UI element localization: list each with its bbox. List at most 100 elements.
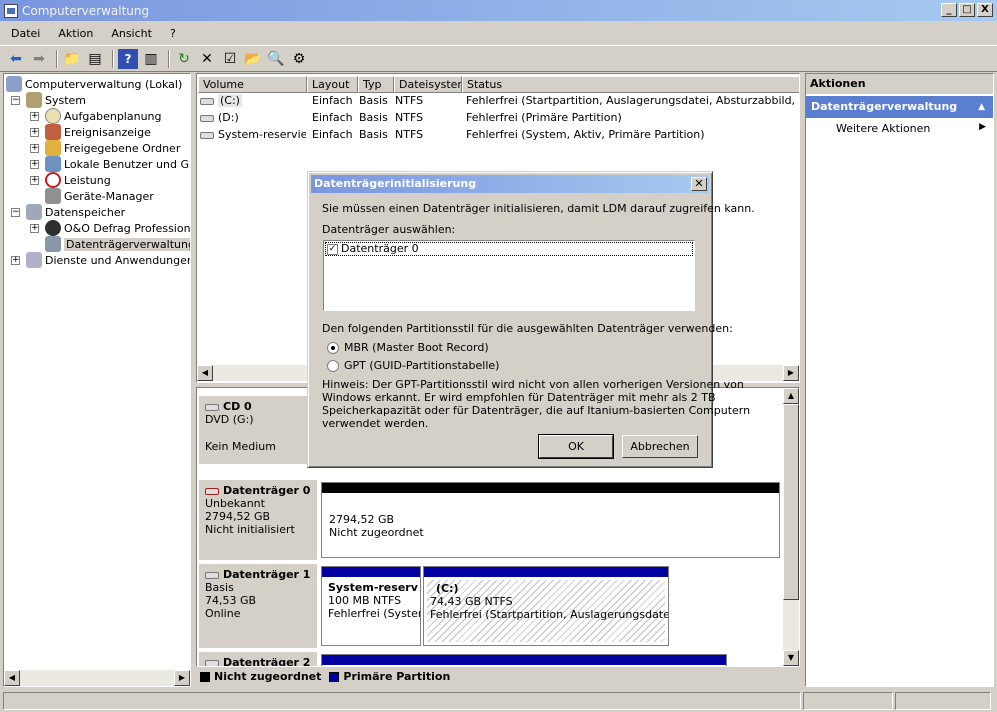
settings-icon[interactable]: ⚙ xyxy=(289,49,309,69)
expand-icon[interactable]: + xyxy=(30,159,39,169)
column-header-status[interactable]: Status xyxy=(462,76,799,93)
tree-item-datentraegerverwaltung[interactable]: Datenträgerverwaltung xyxy=(45,236,190,252)
app-icon xyxy=(4,3,18,18)
scroll-left-icon[interactable]: ◀ xyxy=(4,670,20,686)
refresh-icon[interactable]: ↻ xyxy=(174,49,194,69)
help-icon[interactable]: ? xyxy=(118,48,138,69)
tree-item-freigegebene-ordner[interactable]: + Freigegebene Ordner xyxy=(30,140,180,156)
forward-icon[interactable]: ➡ xyxy=(29,49,49,69)
title-bar: Computerverwaltung _ □ X xyxy=(0,0,997,21)
tree-item-system[interactable]: − System xyxy=(11,92,86,108)
disk-pane-vertical-scrollbar[interactable]: ▲ ▼ xyxy=(783,388,799,666)
close-button[interactable]: X xyxy=(977,3,993,17)
toolbar: ⬅ ➡ 📁 ▤ ? ▥ ↻ ✕ ☑ 📂 🔍 ⚙ xyxy=(0,45,997,72)
menu-help[interactable]: ? xyxy=(161,27,185,40)
gpt-hint: Hinweis: Der GPT-Partitionsstil wird nic… xyxy=(322,378,751,430)
column-header-dateisystem[interactable]: Dateisystem xyxy=(394,76,462,93)
tree-item-leistung[interactable]: + Leistung xyxy=(30,172,111,188)
expand-icon[interactable]: + xyxy=(30,127,39,137)
mbr-option[interactable]: MBR (Master Boot Record) xyxy=(327,341,489,354)
disk0-checkbox[interactable]: ✓ xyxy=(327,243,338,255)
collapse-icon[interactable]: − xyxy=(11,95,20,105)
actions-section-datentraegerverwaltung[interactable]: Datenträgerverwaltung ▲ xyxy=(806,96,993,118)
properties-icon[interactable]: ☑ xyxy=(220,49,240,69)
partition-c[interactable]: (C:) 74,43 GB NTFS Fehlerfrei (Startpart… xyxy=(423,566,669,646)
disk-selection-list[interactable]: ✓ Datenträger 0 xyxy=(323,240,695,311)
dialog-close-icon[interactable]: ✕ xyxy=(691,177,707,191)
show-hide-tree-icon[interactable]: ▤ xyxy=(85,49,105,69)
unallocated-swatch xyxy=(200,671,210,682)
primary-swatch xyxy=(329,671,340,682)
scroll-down-icon[interactable]: ▼ xyxy=(783,650,799,666)
tree-item-ereignisanzeige[interactable]: + Ereignisanzeige xyxy=(30,124,151,140)
scroll-right-icon[interactable]: ▶ xyxy=(174,670,190,686)
partition-system-reserved[interactable]: System-reserv 100 MB NTFS Fehlerfrei (Sy… xyxy=(321,566,421,646)
actions-header: Aktionen xyxy=(806,74,993,94)
scroll-right-icon[interactable]: ▶ xyxy=(783,365,799,381)
tree-item-root[interactable]: Computerverwaltung (Lokal) xyxy=(6,76,182,92)
gpt-option[interactable]: GPT (GUID-Partitionstabelle) xyxy=(327,359,499,372)
disk-icon xyxy=(205,571,219,579)
actions-pane: Aktionen Datenträgerverwaltung ▲ Weitere… xyxy=(805,73,994,687)
disk-list-item[interactable]: ✓ Datenträger 0 xyxy=(325,242,693,256)
scroll-thumb[interactable] xyxy=(783,404,799,600)
tree-item-lokale-benutzer[interactable]: + Lokale Benutzer und Grupp xyxy=(30,156,190,172)
open-folder-icon[interactable]: 📂 xyxy=(243,49,263,69)
shared-folder-icon xyxy=(45,140,61,156)
disk2-partition[interactable] xyxy=(321,654,727,666)
tree-item-oo-defrag[interactable]: + O&O Defrag Professional I xyxy=(30,220,190,236)
primary-partition-bar xyxy=(322,655,726,665)
column-header-typ[interactable]: Typ xyxy=(358,76,394,93)
disk-management-icon xyxy=(45,236,61,252)
ok-button[interactable]: OK xyxy=(538,434,614,459)
gpt-radio[interactable] xyxy=(327,360,339,372)
tree-item-aufgabenplanung[interactable]: + Aufgabenplanung xyxy=(30,108,162,124)
scroll-left-icon[interactable]: ◀ xyxy=(197,365,213,381)
menu-ansicht[interactable]: Ansicht xyxy=(102,27,161,40)
cd-drive-icon xyxy=(205,403,219,411)
menu-aktion[interactable]: Aktion xyxy=(49,27,102,40)
mbr-radio[interactable] xyxy=(327,342,339,354)
legend: Nicht zugeordnet Primäre Partition xyxy=(200,668,450,685)
expand-icon[interactable]: + xyxy=(30,223,39,233)
performance-icon xyxy=(45,172,61,188)
expand-icon[interactable]: + xyxy=(11,255,20,265)
tree-item-dienste[interactable]: + Dienste und Anwendungen xyxy=(11,252,190,268)
up-folder-icon[interactable]: 📁 xyxy=(62,49,82,69)
collapse-up-icon[interactable]: ▲ xyxy=(978,96,985,118)
drive-icon xyxy=(200,131,214,139)
expand-icon[interactable]: + xyxy=(30,175,39,185)
cancel-button[interactable]: Abbrechen xyxy=(622,435,698,458)
disk-label-disk2[interactable]: Datenträger 2 xyxy=(199,652,317,666)
unallocated-bar xyxy=(322,483,779,493)
disk-label-cd0[interactable]: CD 0 DVD (G:) Kein Medium xyxy=(199,396,317,464)
scroll-up-icon[interactable]: ▲ xyxy=(783,388,799,404)
tree-horizontal-scrollbar[interactable]: ◀ ▶ xyxy=(4,670,190,686)
column-header-layout[interactable]: Layout xyxy=(307,76,358,93)
collapse-icon[interactable]: − xyxy=(11,207,20,217)
clock-icon xyxy=(45,108,61,124)
column-header-volume[interactable]: Volume xyxy=(198,76,307,93)
tools-icon xyxy=(26,92,42,108)
show-hide-action-pane-icon[interactable]: ▥ xyxy=(141,49,161,69)
search-icon[interactable]: 🔍 xyxy=(266,49,286,69)
disk-label-disk0[interactable]: Datenträger 0 Unbekannt 2794,52 GB Nicht… xyxy=(199,480,317,560)
expand-icon[interactable]: + xyxy=(30,111,39,121)
status-panel-2 xyxy=(803,692,893,710)
tree-item-datenspeicher[interactable]: − Datenspeicher xyxy=(11,204,125,220)
submenu-arrow-icon: ▶ xyxy=(979,122,986,132)
disk-icon xyxy=(205,659,219,666)
minimize-button[interactable]: _ xyxy=(941,3,957,17)
expand-icon[interactable]: + xyxy=(30,143,39,153)
drive-icon xyxy=(200,114,214,122)
users-icon xyxy=(45,156,61,172)
back-icon[interactable]: ⬅ xyxy=(6,49,26,69)
disk-label-disk1[interactable]: Datenträger 1 Basis 74,53 GB Online xyxy=(199,564,317,648)
maximize-button[interactable]: □ xyxy=(959,3,975,17)
action-weitere-aktionen[interactable]: Weitere Aktionen ▶ xyxy=(836,122,986,135)
delete-icon[interactable]: ✕ xyxy=(197,49,217,69)
tree-item-geraete-manager[interactable]: Geräte-Manager xyxy=(45,188,154,204)
menu-datei[interactable]: Datei xyxy=(0,27,49,40)
storage-icon xyxy=(26,204,42,220)
disk0-partition[interactable]: 2794,52 GB Nicht zugeordnet xyxy=(321,482,780,558)
